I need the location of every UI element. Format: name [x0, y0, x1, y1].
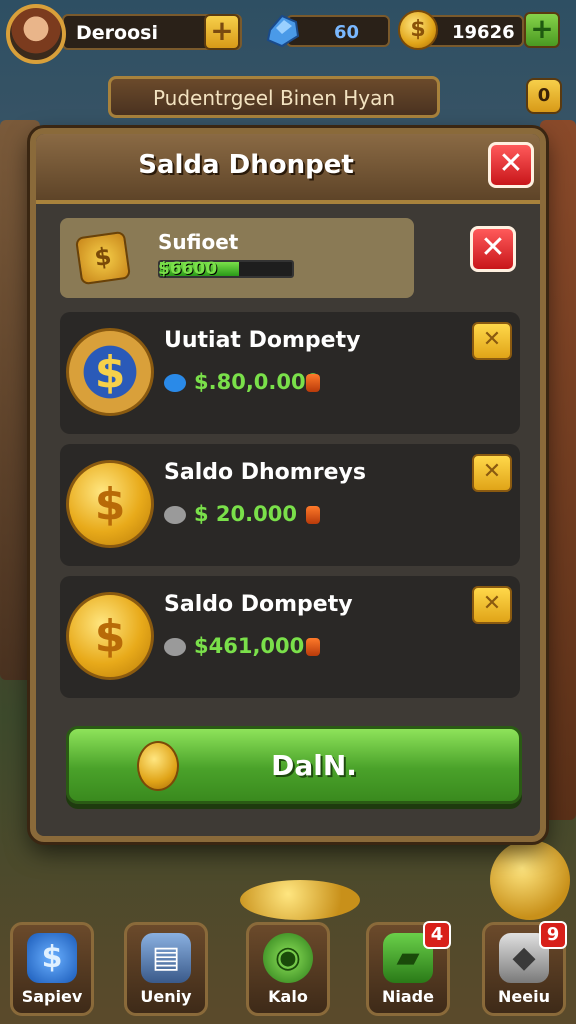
wallet-row: $ Saldo Dhomreys $ 20.000 ✕	[60, 444, 520, 566]
wallet-row: $ Uutiat Dompety $.80,0.000 ✕	[60, 312, 520, 434]
chip-icon	[164, 506, 186, 524]
coin-pile	[240, 880, 360, 920]
row-close-button[interactable]: ✕	[472, 586, 512, 624]
player-name: Deroosi	[76, 22, 158, 44]
top-bar: Deroosi + 60 19626 $ +	[0, 0, 576, 70]
nav-item-kalo[interactable]: ◉ Kalo	[246, 922, 330, 1016]
add-coins-button[interactable]: +	[524, 12, 560, 48]
blue-coin-icon: $	[66, 328, 154, 416]
confirm-button-label: DalN.	[271, 749, 357, 782]
coin-pile	[490, 840, 570, 920]
row-title: Saldo Dhomreys	[164, 460, 366, 485]
coin-icon: $	[398, 10, 438, 50]
nav-item-neeiu[interactable]: ◆ Neeiu 9	[482, 921, 567, 1016]
nav-label: Kalo	[268, 987, 308, 1006]
row-title: Saldo Dompety	[164, 592, 353, 617]
nav-label: Sapiev	[21, 987, 83, 1006]
coin-crate-icon: $	[74, 230, 132, 286]
gem-icon	[266, 14, 300, 48]
chip-icon	[164, 638, 186, 656]
cash-register-icon: ▤	[141, 933, 191, 983]
ruby-icon	[306, 638, 320, 656]
row-title: Uutiat Dompety	[164, 328, 361, 353]
gold-coin-icon: $	[66, 592, 154, 680]
wallet-dialog: Salda Dhonpet ✕ $ Sufioet $6600 ✕ $ Uuti…	[30, 128, 546, 842]
ruby-icon	[306, 506, 320, 524]
dollar-shield-icon: $	[27, 933, 77, 983]
add-profile-button[interactable]: +	[204, 14, 240, 50]
dialog-header: Salda Dhonpet ✕	[36, 134, 540, 204]
nav-label: Ueniy	[140, 987, 192, 1006]
close-dialog-button[interactable]: ✕	[488, 142, 534, 188]
row-amount: $ 20.000	[194, 502, 297, 526]
player-avatar[interactable]	[6, 4, 66, 64]
row-close-button[interactable]: ✕	[472, 454, 512, 492]
green-orb-icon: ◉	[263, 933, 313, 983]
notification-badge: 9	[539, 921, 567, 949]
nav-item-ueniy[interactable]: ▤ Ueniy	[124, 922, 208, 1016]
summary-amount: $6600	[158, 259, 218, 279]
dialog-title: Salda Dhonpet	[138, 150, 354, 180]
nav-item-sapiev[interactable]: $ Sapiev	[10, 922, 94, 1016]
chip-icon	[164, 374, 186, 392]
row-amount: $.80,0.000	[194, 370, 321, 394]
confirm-button[interactable]: DalN.	[66, 726, 522, 804]
wallet-row: $ Saldo Dompety $461,000 ✕	[60, 576, 520, 698]
notification-badge: 4	[423, 921, 451, 949]
gold-coin-icon: $	[66, 460, 154, 548]
close-summary-button[interactable]: ✕	[470, 226, 516, 272]
nav-label: Niade	[382, 987, 434, 1006]
gems-value: 60	[334, 22, 360, 43]
row-amount: $461,000	[194, 634, 305, 658]
nav-item-niade[interactable]: ▰ Niade 4	[366, 921, 451, 1016]
summary-panel: $ Sufioet $6600	[60, 218, 414, 298]
quest-banner: Pudentrgeel Binen Hyan	[108, 76, 440, 118]
ruby-icon	[306, 374, 320, 392]
summary-title: Sufioet	[158, 230, 239, 254]
coins-value: 19626	[452, 22, 515, 43]
coins-counter: 19626	[424, 15, 524, 47]
row-close-button[interactable]: ✕	[472, 322, 512, 360]
nav-label: Neeiu	[498, 987, 550, 1006]
banner-text: Pudentrgeel Binen Hyan	[152, 86, 396, 110]
notification-badge[interactable]: 0	[526, 78, 562, 114]
